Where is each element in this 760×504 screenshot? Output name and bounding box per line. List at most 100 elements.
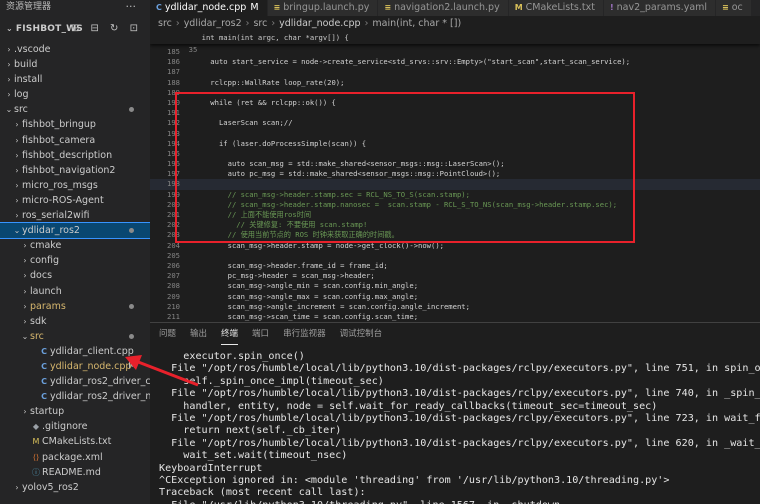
tree-file[interactable]: ◆ .gitignore — [0, 419, 150, 434]
tree-file[interactable]: Cydlidar_client.cpp — [0, 344, 150, 359]
panel-tab[interactable]: 串行监视器 — [283, 323, 326, 345]
chevron-right-icon: › — [15, 482, 19, 492]
code-line[interactable]: 210 scan_msg->angle_increment = scan.con… — [150, 302, 760, 312]
breadcrumb-separator-icon: › — [245, 18, 250, 29]
tree-folder[interactable]: › config — [0, 253, 150, 268]
tree-file[interactable]: Cydlidar_ros2_driver_cl... — [0, 374, 150, 389]
tree-folder[interactable]: › micro_ros_msgs — [0, 178, 150, 193]
tree-file[interactable]: Cydlidar_ros2_driver_n... — [0, 389, 150, 404]
editor-tab[interactable]: ≡ oc — [716, 0, 752, 16]
code-line[interactable]: 185 — [150, 47, 760, 57]
py-file-icon: ≡ — [384, 3, 392, 12]
chevron-down-icon: ⌄ — [13, 226, 21, 236]
code-line[interactable]: 207 pc_msg->header = scan_msg->header; — [150, 271, 760, 281]
chevron-right-icon: › — [15, 150, 19, 160]
editor-tab[interactable]: M CMakeLists.txt — [508, 0, 604, 16]
tree-file[interactable]: Cydlidar_node.cpp M — [0, 359, 150, 374]
code-line[interactable]: 205 — [150, 251, 760, 261]
breadcrumb-item[interactable]: ydlidar_node.cpp — [279, 18, 360, 29]
tree-folder[interactable]: › cmake — [0, 238, 150, 253]
tree-folder[interactable]: › sdk — [0, 314, 150, 329]
tree-folder[interactable]: › install — [0, 72, 150, 87]
breadcrumb-item[interactable]: main(int, char * []) — [372, 18, 461, 29]
editor-tab[interactable]: ≡ bringup.launch.py — [267, 0, 379, 16]
sticky-scroll-line[interactable]: 35 int main(int argc, char *argv[]) { — [150, 32, 760, 54]
editor-tab[interactable]: ≡ navigation2.launch.py — [378, 0, 509, 16]
explorer-title: 资源管理器 — [6, 2, 52, 12]
chevron-right-icon: › — [15, 165, 19, 175]
code-line[interactable]: 186 auto start_service = node->create_se… — [150, 57, 760, 67]
chevron-right-icon: › — [23, 241, 27, 251]
terminal-output[interactable]: executor.spin_once() File "/opt/ros/humb… — [159, 351, 760, 504]
modified-dot-icon — [129, 333, 134, 339]
chevron-right-icon: › — [15, 195, 19, 205]
tree-file[interactable]: ⓘ README.md — [0, 465, 150, 480]
sticky-code: int main(int argc, char *argv[]) { — [193, 33, 349, 42]
editor-tab[interactable]: ! nav2_params.yaml — [603, 0, 717, 16]
chevron-right-icon: › — [23, 286, 27, 296]
tree-folder[interactable]: › fishbot_description — [0, 148, 150, 163]
chevron-down-icon: ⌄ — [21, 331, 29, 341]
tree-folder[interactable]: ⌄ ydlidar_ros2 — [0, 222, 150, 240]
tree-file[interactable]: ⟨⟩ package.xml — [0, 450, 150, 465]
tree-item-label: src — [14, 104, 28, 116]
git-status-badge: M — [128, 360, 136, 371]
code-line[interactable]: 188 rclcpp::WallRate loop_rate(20); — [150, 78, 760, 88]
chevron-right-icon: › — [15, 135, 19, 145]
tree-item-label: startup — [30, 406, 65, 418]
explorer-toolbar-icons[interactable]: ⊞ ⊟ ↻ ⊡ — [71, 20, 142, 38]
panel-tab[interactable]: 端口 — [252, 323, 269, 345]
tab-label: CMakeLists.txt — [525, 2, 595, 13]
tree-item-label: micro_ros_msgs — [22, 179, 98, 191]
tree-folder[interactable]: › params — [0, 299, 150, 314]
breadcrumb-item[interactable]: ydlidar_ros2 — [184, 18, 242, 29]
more-actions-icon[interactable]: ··· — [126, 0, 137, 14]
panel-tab[interactable]: 问题 — [159, 323, 176, 345]
tree-folder[interactable]: › log — [0, 87, 150, 102]
tree-item-label: launch — [30, 285, 62, 297]
code-text: scan_msg->header.frame_id = frame_id; — [193, 260, 388, 270]
tree-folder[interactable]: › fishbot_bringup — [0, 117, 150, 132]
tab-label: navigation2.launch.py — [394, 2, 500, 13]
terminal-line: handler, entity, node = self.wait_for_re… — [159, 400, 658, 412]
tree-folder[interactable]: › launch — [0, 284, 150, 299]
chevron-right-icon: › — [7, 60, 11, 70]
breadcrumb-item[interactable]: src — [253, 18, 267, 29]
panel-tab[interactable]: 调试控制台 — [340, 323, 383, 345]
tree-folder[interactable]: › build — [0, 57, 150, 72]
tree-item-label: CMakeLists.txt — [42, 436, 112, 448]
tree-item-label: src — [30, 330, 44, 342]
modified-dot-icon — [129, 107, 134, 113]
tree-folder[interactable]: › ros_serial2wifi — [0, 208, 150, 223]
tree-item-label: docs — [30, 270, 53, 282]
panel-tab[interactable]: 输出 — [190, 323, 207, 345]
chevron-right-icon: › — [7, 90, 11, 100]
tree-folder[interactable]: › micro-ROS-Agent — [0, 193, 150, 208]
tree-item-label: sdk — [30, 315, 47, 327]
tree-folder[interactable]: › startup — [0, 404, 150, 419]
explorer-header: 资源管理器 ··· — [0, 0, 150, 14]
code-line[interactable]: 209 scan_msg->angle_max = scan.config.ma… — [150, 292, 760, 302]
tree-item-label: cmake — [30, 240, 62, 252]
cpp-file-icon: C — [156, 3, 162, 12]
line-number: 211 — [167, 311, 180, 321]
tree-file[interactable]: M CMakeLists.txt — [0, 434, 150, 449]
code-line[interactable]: 208 scan_msg->angle_min = scan.config.mi… — [150, 281, 760, 291]
breadcrumb-item[interactable]: src — [158, 18, 172, 29]
panel-tab[interactable]: 终端 — [221, 323, 239, 345]
tree-folder[interactable]: › yolov5_ros2 — [0, 480, 150, 495]
editor-tab[interactable]: Cydlidar_node.cpp M — [150, 0, 268, 16]
code-line[interactable]: 211 scan_msg->scan_time = scan.config.sc… — [150, 312, 760, 322]
workspace-root[interactable]: ⌄ FISHBOT_WS ⊞ ⊟ ↻ ⊡ — [0, 20, 150, 38]
tree-folder[interactable]: › docs — [0, 268, 150, 283]
tree-folder[interactable]: ⌄ src — [0, 329, 150, 344]
code-line[interactable]: 187 — [150, 67, 760, 77]
tree-folder[interactable]: › fishbot_navigation2 — [0, 163, 150, 178]
panel-tabs: 问题 输出 终端 端口 串行监视器 调试控制台 — [150, 323, 760, 345]
terminal-line: executor.spin_once() — [159, 351, 305, 362]
code-text: auto start_service = node->create_servic… — [193, 57, 631, 67]
code-line[interactable]: 206 scan_msg->header.frame_id = frame_id… — [150, 261, 760, 271]
tree-folder[interactable]: ⌄ src — [0, 102, 150, 117]
tree-folder[interactable]: › .vscode — [0, 42, 150, 57]
tree-folder[interactable]: › fishbot_camera — [0, 133, 150, 148]
